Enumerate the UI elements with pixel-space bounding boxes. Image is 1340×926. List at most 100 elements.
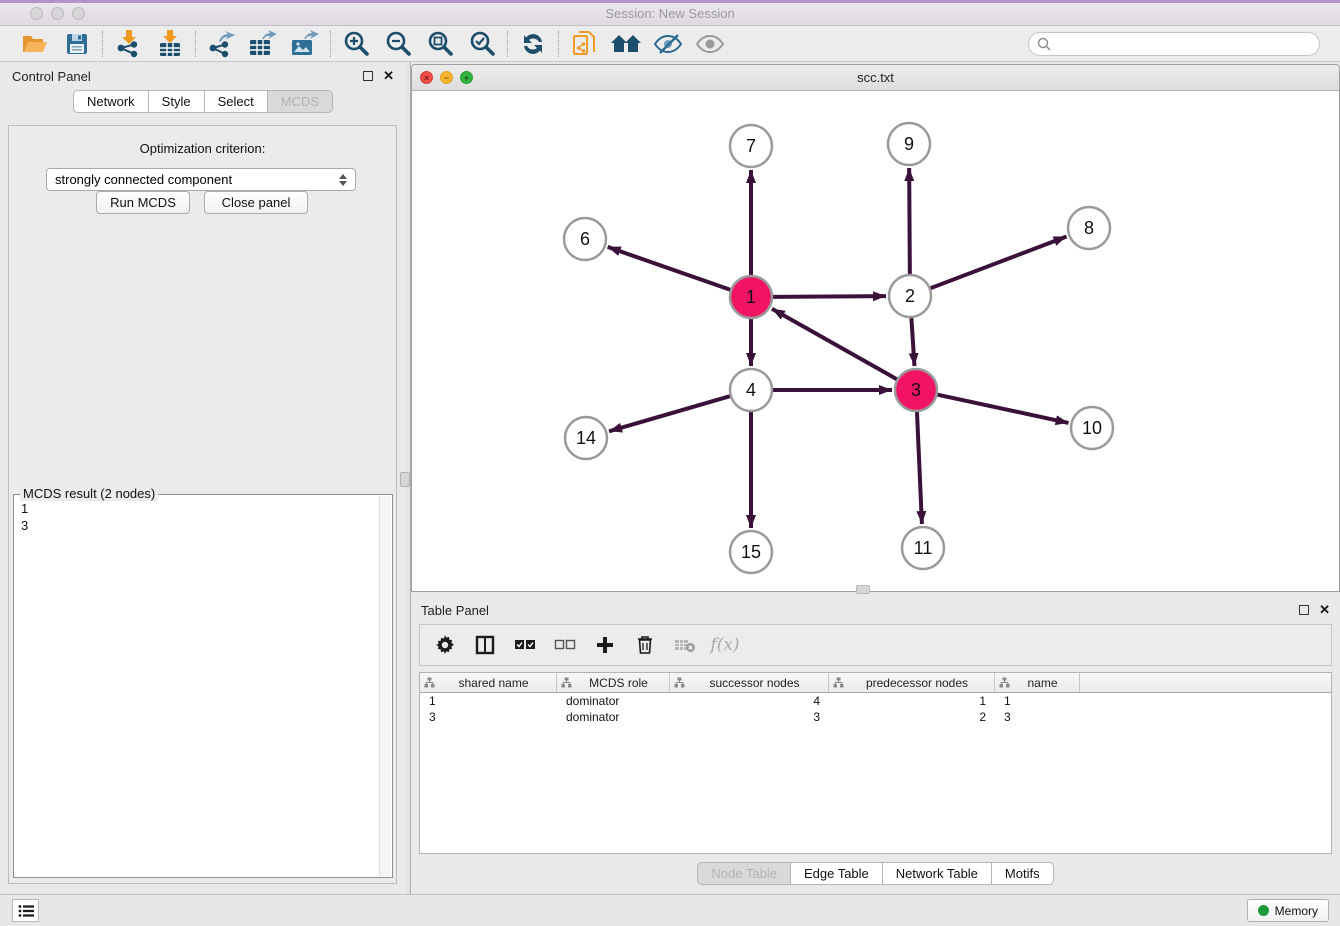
close-panel-button[interactable]: Close panel	[204, 191, 308, 214]
network-view-titlebar[interactable]: × − + scc.txt	[412, 65, 1339, 91]
tab-mcds[interactable]: MCDS	[267, 90, 333, 113]
delete-column-icon[interactable]	[632, 630, 658, 660]
graph-edge-1-6[interactable]	[608, 247, 731, 290]
import-network-icon[interactable]	[112, 29, 144, 59]
memory-button[interactable]: Memory	[1247, 899, 1329, 922]
task-history-button[interactable]	[12, 899, 39, 922]
zoom-selected-icon[interactable]	[466, 29, 498, 59]
graph-edge-1-2[interactable]	[773, 296, 886, 297]
table-cell[interactable]: dominator	[557, 693, 670, 709]
select-spinner-icon	[339, 174, 347, 186]
graph-edge-2-8[interactable]	[931, 237, 1067, 289]
save-session-icon[interactable]	[61, 29, 93, 59]
tab-motifs[interactable]: Motifs	[991, 862, 1054, 885]
table-cell[interactable]: dominator	[557, 709, 670, 725]
column-header-MCDS-role[interactable]: MCDS role	[557, 673, 670, 692]
tab-network-table[interactable]: Network Table	[882, 862, 992, 885]
table-row[interactable]: 3dominator323	[420, 709, 1331, 725]
column-type-icon	[833, 677, 844, 688]
column-type-icon	[999, 677, 1010, 688]
add-column-icon[interactable]	[592, 630, 618, 660]
graph-node-label: 8	[1084, 218, 1094, 238]
float-panel-icon[interactable]	[363, 71, 373, 81]
table-cell[interactable]: 1	[420, 693, 557, 709]
unselect-all-columns-icon[interactable]	[552, 630, 578, 660]
column-header-label: MCDS role	[572, 676, 665, 690]
column-header-shared-name[interactable]: shared name	[420, 673, 557, 692]
mcds-result-text[interactable]: 13	[14, 497, 379, 877]
column-type-icon	[561, 677, 572, 688]
column-header-successor-nodes[interactable]: successor nodes	[670, 673, 829, 692]
mcds-result-scrollbar[interactable]	[379, 496, 391, 876]
table-row[interactable]: 1dominator411	[420, 693, 1331, 709]
hide-details-icon[interactable]	[652, 29, 684, 59]
search-field[interactable]	[1028, 32, 1320, 56]
column-header-name[interactable]: name	[995, 673, 1080, 692]
horizontal-splitter-handle[interactable]	[856, 585, 870, 594]
memory-button-label: Memory	[1275, 904, 1318, 918]
graph-edge-2-3[interactable]	[911, 318, 914, 366]
tab-select[interactable]: Select	[204, 90, 268, 113]
open-session-icon[interactable]	[19, 29, 51, 59]
optimization-criterion-select[interactable]: strongly connected component	[46, 168, 356, 191]
import-table-icon[interactable]	[154, 29, 186, 59]
run-mcds-button[interactable]: Run MCDS	[96, 191, 190, 214]
tab-edge-table[interactable]: Edge Table	[790, 862, 883, 885]
graph-edge-4-14[interactable]	[609, 396, 730, 431]
table-options-gear-icon[interactable]	[432, 630, 458, 660]
graph-edge-3-1[interactable]	[772, 309, 897, 379]
table-cell[interactable]: 1	[829, 693, 995, 709]
close-table-panel-icon[interactable]: ✕	[1319, 605, 1330, 615]
main-toolbar	[0, 26, 1340, 62]
mcds-result-box: MCDS result (2 nodes) 13	[13, 494, 393, 878]
export-network-icon[interactable]	[205, 29, 237, 59]
window-accent-strip	[0, 0, 1340, 3]
memory-status-icon	[1258, 905, 1269, 916]
graph-node-label: 2	[905, 286, 915, 306]
mcds-result-line: 1	[21, 500, 379, 517]
table-panel: Table Panel ✕ f(x) shared nameMCDS roles	[411, 596, 1340, 894]
show-columns-icon[interactable]	[472, 630, 498, 660]
home-networks-icon[interactable]	[610, 29, 642, 59]
graph-edge-3-11[interactable]	[917, 412, 922, 524]
zoom-out-icon[interactable]	[382, 29, 414, 59]
duplicate-network-icon[interactable]	[568, 29, 600, 59]
close-panel-icon[interactable]: ✕	[383, 71, 394, 81]
mcds-result-line: 3	[21, 517, 379, 534]
table-cell[interactable]: 3	[420, 709, 557, 725]
function-builder-icon: f(x)	[712, 630, 738, 660]
table-cell[interactable]: 3	[670, 709, 829, 725]
graph-node-label: 7	[746, 136, 756, 156]
vertical-splitter-handle[interactable]	[400, 472, 410, 487]
optimization-criterion-label: Optimization criterion:	[9, 141, 396, 156]
graph-node-label: 9	[904, 134, 914, 154]
zoom-fit-icon[interactable]	[424, 29, 456, 59]
control-panel: Control Panel ✕ NetworkStyleSelectMCDS O…	[0, 62, 406, 894]
table-cell[interactable]: 2	[829, 709, 995, 725]
export-image-icon[interactable]	[289, 29, 321, 59]
tab-style[interactable]: Style	[148, 90, 205, 113]
search-input[interactable]	[1056, 37, 1311, 51]
graph-node-label: 4	[746, 380, 756, 400]
graph-edge-2-9[interactable]	[909, 168, 910, 274]
column-type-icon	[424, 677, 435, 688]
export-table-icon[interactable]	[247, 29, 279, 59]
table-panel-tabbar: Node TableEdge TableNetwork TableMotifs	[411, 862, 1340, 885]
search-icon	[1037, 37, 1051, 51]
refresh-layout-icon[interactable]	[517, 29, 549, 59]
graph-node-label: 10	[1082, 418, 1102, 438]
node-table: shared name MCDS role successor nodesprede…	[419, 672, 1332, 854]
table-cell[interactable]: 4	[670, 693, 829, 709]
show-details-icon[interactable]	[694, 29, 726, 59]
table-cell[interactable]: 1	[995, 693, 1080, 709]
tab-node-table[interactable]: Node Table	[697, 862, 791, 885]
graph-edge-3-10[interactable]	[938, 395, 1069, 423]
float-table-panel-icon[interactable]	[1299, 605, 1309, 615]
network-canvas[interactable]: 7968124314101511	[412, 91, 1339, 591]
select-all-columns-icon[interactable]	[512, 630, 538, 660]
column-header-predecessor-nodes[interactable]: predecessor nodes	[829, 673, 995, 692]
zoom-in-icon[interactable]	[340, 29, 372, 59]
table-cell[interactable]: 3	[995, 709, 1080, 725]
tab-network[interactable]: Network	[73, 90, 149, 113]
network-view-window: × − + scc.txt 7968124314101511	[411, 64, 1340, 592]
